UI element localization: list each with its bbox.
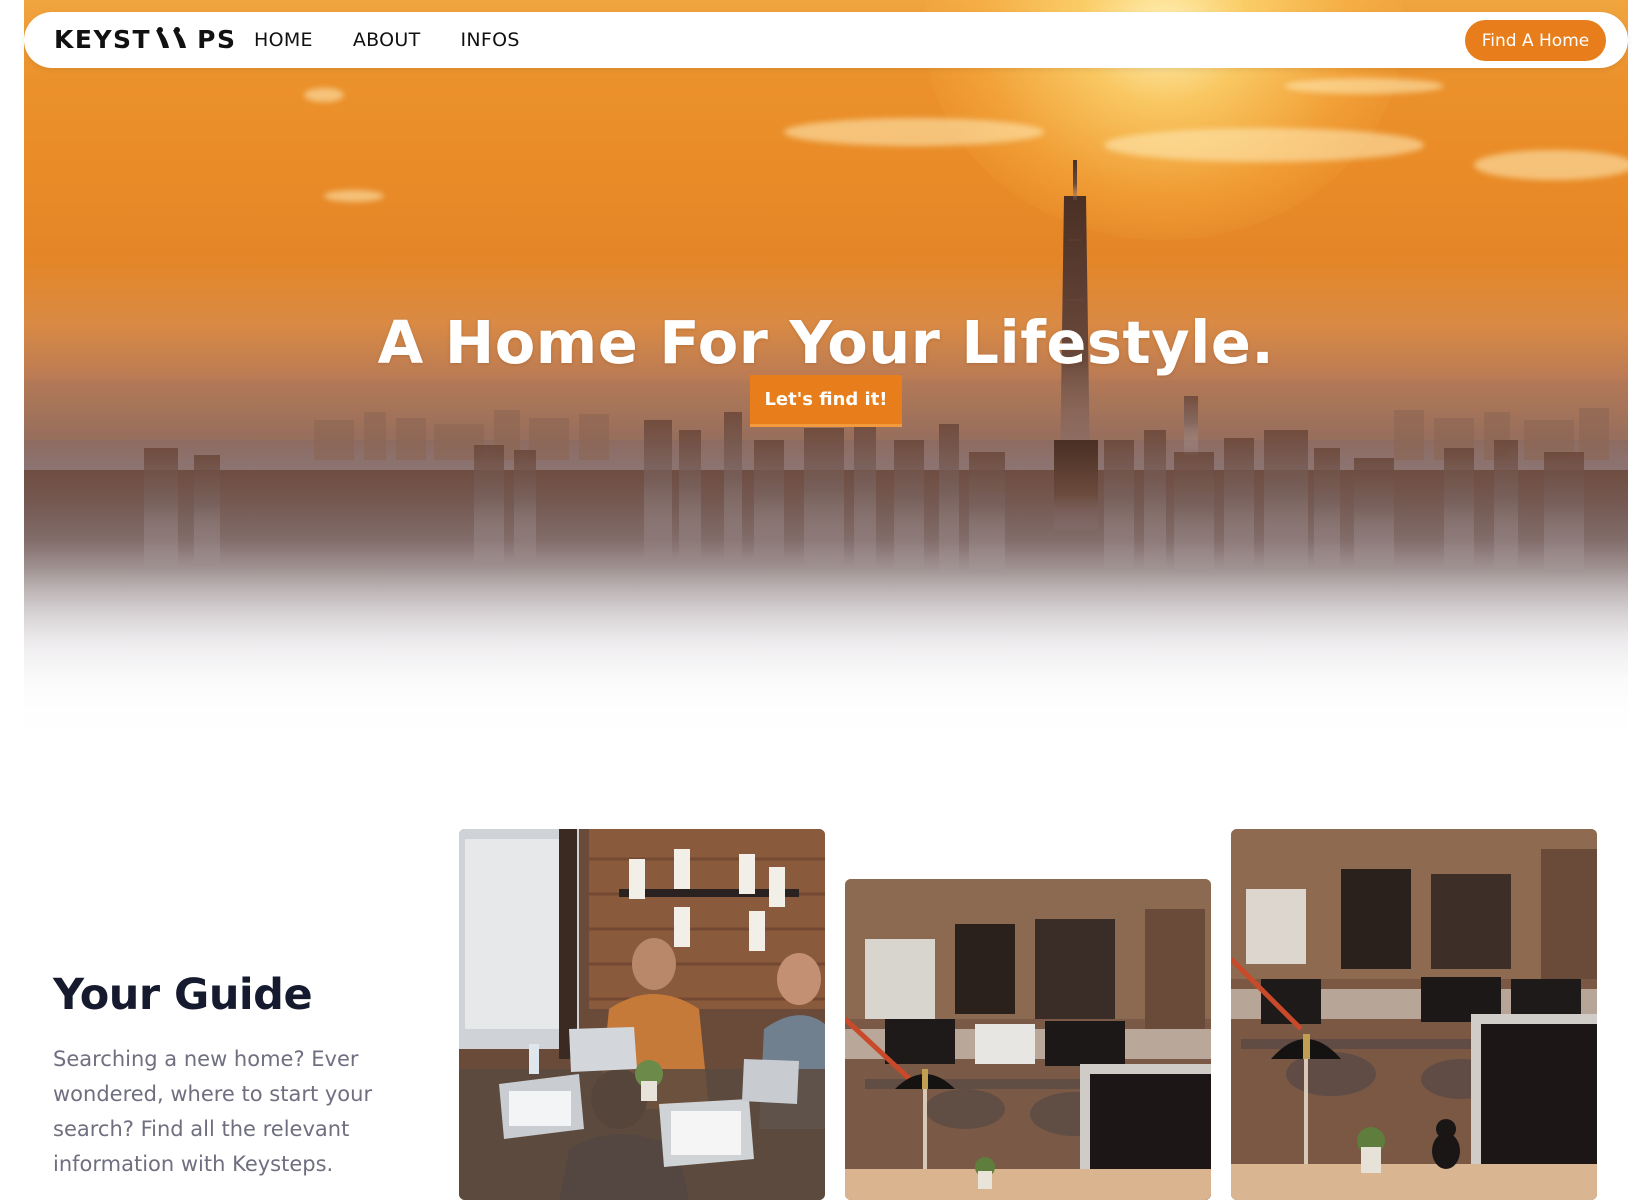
team-meeting-photo bbox=[459, 829, 825, 1200]
logo-text-left: KEYST bbox=[54, 24, 152, 54]
hero-title: A Home For Your Lifestyle. bbox=[377, 308, 1275, 377]
hero-fade-overlay bbox=[24, 540, 1628, 810]
lets-find-it-button[interactable]: Let's find it! bbox=[750, 375, 902, 427]
nav-link-infos[interactable]: INFOS bbox=[461, 29, 520, 51]
guide-title: Your Guide bbox=[53, 970, 313, 1020]
navbar: KEYST PS HOME ABOUT INFOS Find A Home bbox=[24, 12, 1628, 68]
logo[interactable]: KEYST PS bbox=[54, 24, 236, 54]
find-a-home-button[interactable]: Find A Home bbox=[1465, 20, 1606, 61]
office-desk-photo bbox=[1231, 829, 1597, 1200]
nav-links: HOME ABOUT INFOS bbox=[254, 12, 560, 68]
logo-text-right: PS bbox=[197, 24, 237, 54]
hero-section: A Home For Your Lifestyle. Let's find it… bbox=[24, 0, 1628, 810]
nav-link-about[interactable]: ABOUT bbox=[353, 29, 421, 51]
footprints-icon bbox=[156, 27, 187, 48]
guide-text: Searching a new home? Ever wondered, whe… bbox=[53, 1047, 373, 1176]
office-workspace-photo bbox=[845, 879, 1211, 1200]
nav-link-home[interactable]: HOME bbox=[254, 29, 313, 51]
